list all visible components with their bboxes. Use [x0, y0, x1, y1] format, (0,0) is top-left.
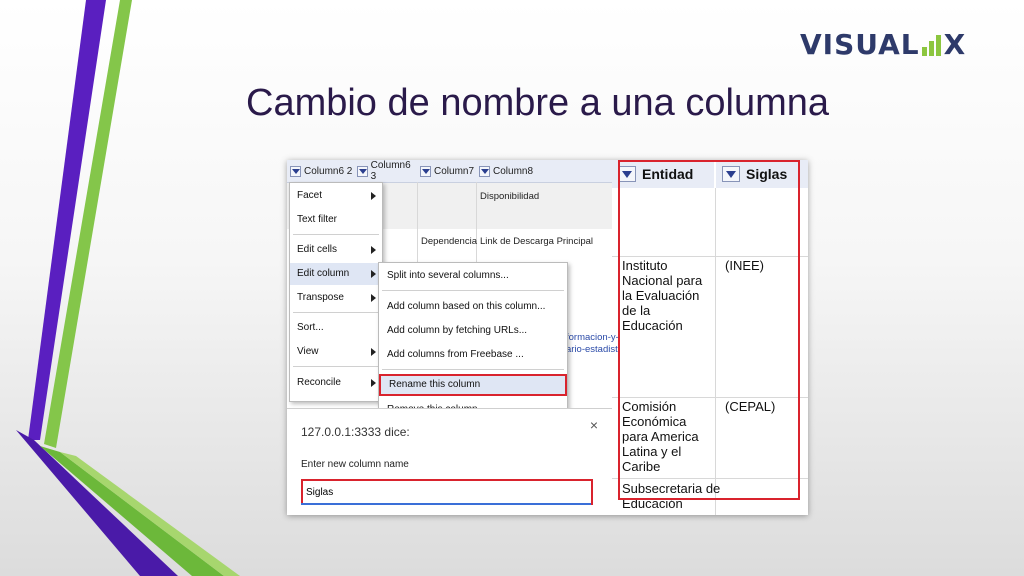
submenu-arrow-icon — [371, 348, 376, 356]
close-icon[interactable]: × — [590, 417, 598, 433]
table-divider — [612, 256, 808, 257]
column-dropdown-icon[interactable] — [290, 165, 301, 177]
logo-text-left: VISUAL — [800, 28, 920, 61]
logo-bars-icon — [921, 34, 941, 56]
menu-item-text-filter[interactable]: Text filter — [290, 209, 382, 231]
column-context-menu: Facet Text filter Edit cells Edit column… — [289, 182, 383, 402]
submenu-item-add-column-fetching[interactable]: Add column by fetching URLs... — [379, 320, 567, 342]
input-focus-bar — [301, 503, 591, 505]
table-cell-entidad: Subsecretaria de Educación — [622, 481, 721, 511]
column-header-entidad[interactable]: Entidad — [612, 160, 714, 188]
submenu-arrow-icon — [371, 192, 376, 200]
cell-disponibilidad: Disponibilidad — [480, 191, 540, 202]
edit-column-submenu: Split into several columns... Add column… — [378, 262, 568, 415]
menu-separator — [293, 234, 379, 235]
menu-separator — [382, 290, 564, 291]
column-header-1[interactable]: Column6 2 — [287, 160, 355, 183]
menu-separator — [382, 369, 564, 370]
table-divider — [612, 478, 808, 479]
menu-item-reconcile[interactable]: Reconcile — [290, 372, 382, 394]
slide-title: Cambio de nombre a una columna — [246, 82, 830, 124]
menu-separator — [293, 312, 379, 313]
dialog-label: Enter new column name — [301, 459, 409, 470]
menu-item-sort[interactable]: Sort... — [290, 317, 382, 339]
openrefine-grid: Column6 2 Column6 3 Column7 Column8 Disp… — [287, 160, 620, 515]
menu-item-view[interactable]: View — [290, 341, 382, 363]
column-dropdown-icon[interactable] — [618, 166, 636, 182]
submenu-item-add-column-based[interactable]: Add column based on this column... — [379, 296, 567, 318]
result-table: Entidad Siglas Instituto Nacional para l… — [612, 160, 808, 515]
table-cell-entidad: Instituto Nacional para la Evaluación de… — [622, 258, 703, 333]
cell-dependencia: Dependencia — [421, 236, 477, 247]
submenu-item-rename-column[interactable]: Rename this column — [379, 374, 567, 396]
menu-item-facet[interactable]: Facet — [290, 185, 382, 207]
dialog-title: 127.0.0.1:3333 dice: — [301, 425, 410, 439]
table-cell-entidad: Comisión Económica para America Latina y… — [622, 399, 699, 474]
table-cell-siglas: (INEE) — [725, 258, 764, 273]
menu-item-edit-cells[interactable]: Edit cells — [290, 239, 382, 261]
column-header-3[interactable]: Column7 — [417, 160, 477, 183]
submenu-arrow-icon — [371, 270, 376, 278]
cell-url-fragment-1[interactable]: formacion-y- — [566, 332, 619, 343]
menu-separator — [293, 366, 379, 367]
column-dropdown-icon[interactable] — [722, 166, 740, 182]
menu-item-transpose[interactable]: Transpose — [290, 287, 382, 309]
menu-item-edit-column[interactable]: Edit column — [290, 263, 382, 285]
column-dropdown-icon[interactable] — [420, 165, 431, 177]
submenu-arrow-icon — [371, 294, 376, 302]
column-dropdown-icon[interactable] — [479, 165, 490, 177]
table-divider — [612, 397, 808, 398]
visualix-logo: VISUAL X — [800, 28, 966, 62]
submenu-item-split-columns[interactable]: Split into several columns... — [379, 265, 567, 287]
logo-text-right: X — [943, 28, 967, 61]
submenu-item-add-columns-freebase[interactable]: Add columns from Freebase ... — [379, 344, 567, 366]
new-column-name-input[interactable] — [301, 479, 593, 505]
column-header-siglas[interactable]: Siglas — [716, 160, 808, 188]
cell-link: Link de Descarga Principal — [480, 236, 594, 247]
rename-column-dialog: 127.0.0.1:3333 dice: × Enter new column … — [287, 408, 612, 515]
openrefine-screenshot: Column6 2 Column6 3 Column7 Column8 Disp… — [287, 160, 808, 515]
column-dropdown-icon[interactable] — [357, 165, 368, 177]
table-cell-siglas: (CEPAL) — [725, 399, 776, 414]
column-header-4[interactable]: Column8 — [476, 160, 613, 183]
purple-lower-stripe — [16, 430, 178, 576]
submenu-arrow-icon — [371, 246, 376, 254]
table-divider — [715, 188, 716, 515]
column-header-2[interactable]: Column6 3 — [354, 160, 418, 183]
submenu-arrow-icon — [371, 379, 376, 387]
